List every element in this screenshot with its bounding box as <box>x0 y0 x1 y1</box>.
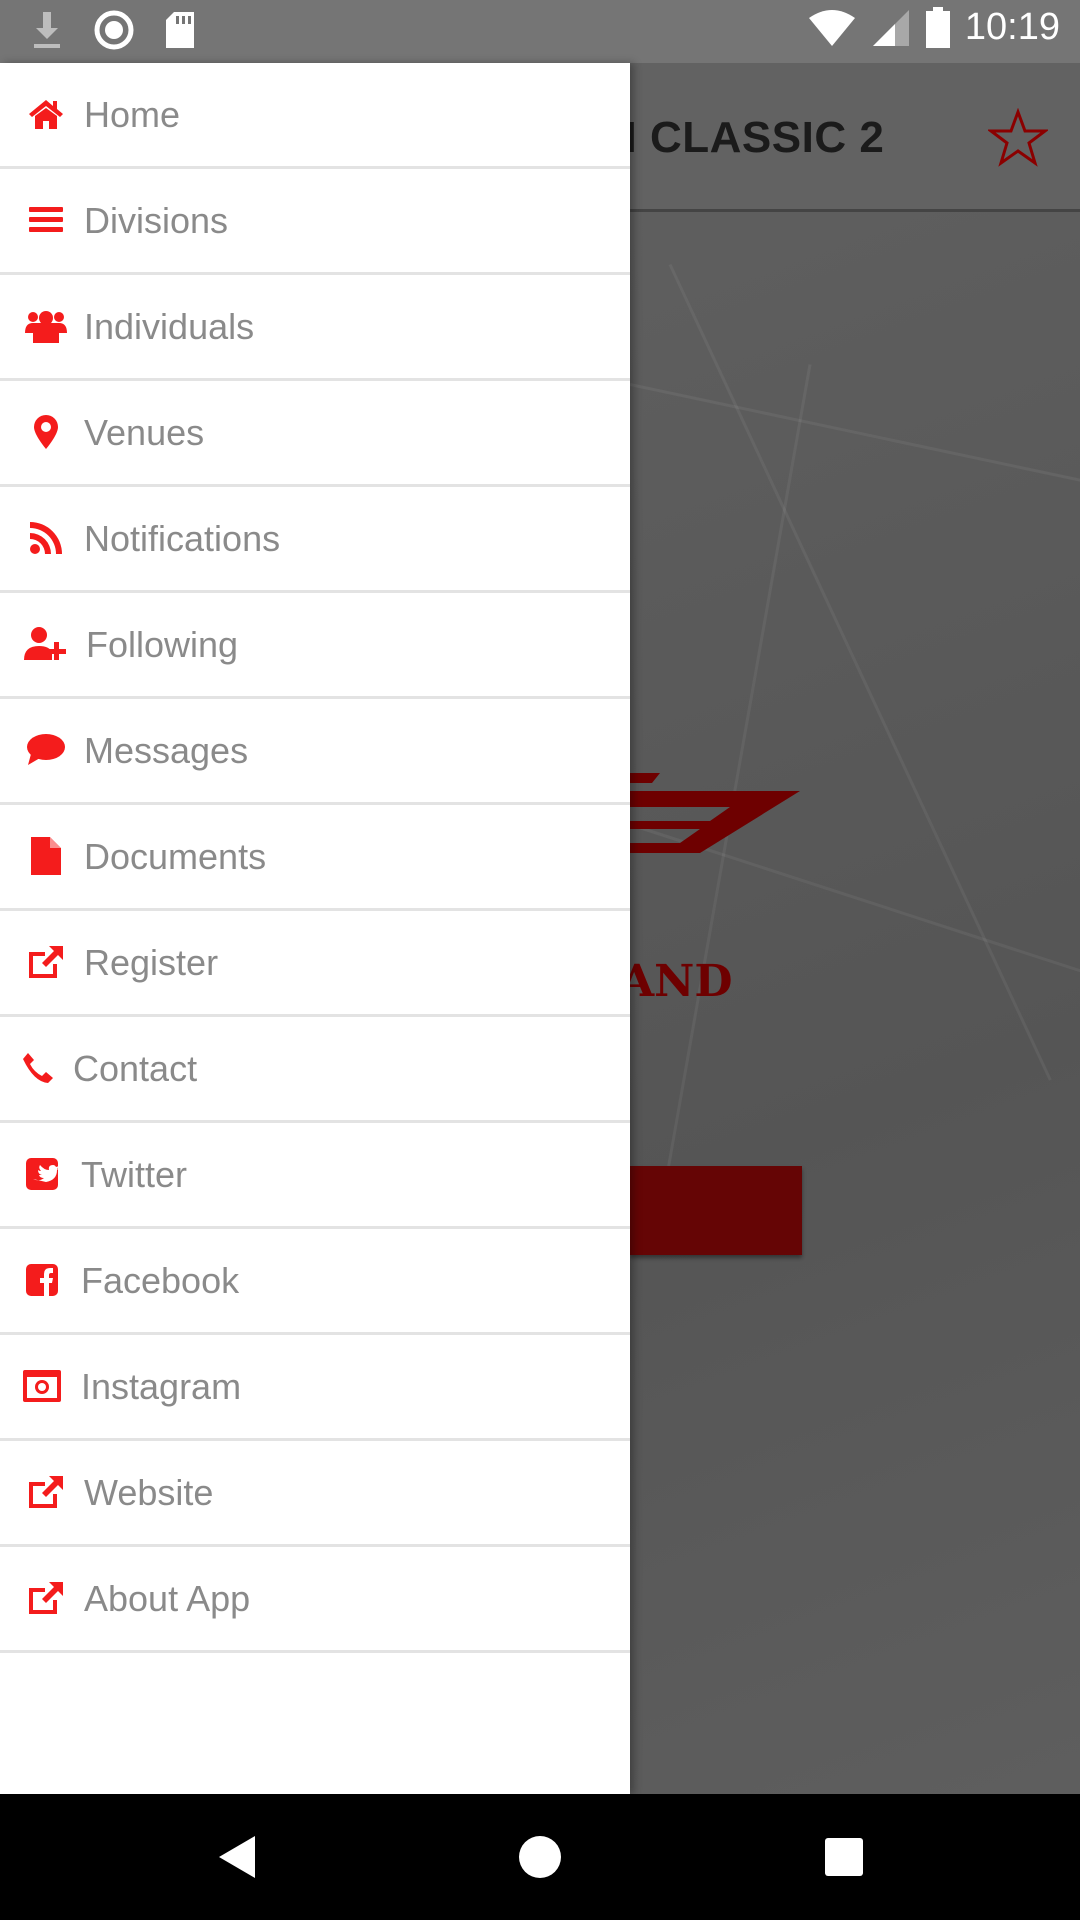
drawer-item-label: Instagram <box>81 1365 242 1407</box>
users-icon <box>24 306 68 346</box>
battery-icon <box>925 6 950 48</box>
sync-circle-icon <box>94 10 134 50</box>
comment-icon <box>24 730 68 770</box>
drawer-item-notifications[interactable]: Notifications <box>0 487 630 593</box>
drawer-item-label: Website <box>84 1471 214 1513</box>
bars-icon <box>24 200 68 240</box>
status-bar: 10:19 <box>0 0 1080 63</box>
app-bar: N CLASSIC 2 <box>630 63 1080 212</box>
drawer-item-label: Following <box>86 623 239 665</box>
user-plus-icon <box>24 624 68 664</box>
drawer-item-twitter[interactable]: Twitter <box>0 1123 630 1229</box>
map-marker-icon <box>24 412 68 452</box>
home-circle-icon[interactable] <box>518 1834 562 1880</box>
drawer-item-individuals[interactable]: Individuals <box>0 275 630 381</box>
drawer-item-following[interactable]: Following <box>0 593 630 699</box>
download-icon <box>34 12 60 48</box>
file-icon <box>24 836 68 876</box>
drawer-item-messages[interactable]: Messages <box>0 699 630 805</box>
drawer-item-venues[interactable]: Venues <box>0 381 630 487</box>
drawer-item-contact[interactable]: Contact <box>0 1017 630 1123</box>
drawer-item-label: Home <box>84 93 181 135</box>
main-screen-background: N CLASSIC 2 AND <box>630 63 1080 1794</box>
back-icon[interactable] <box>215 1834 259 1880</box>
external-link-icon <box>24 1578 68 1618</box>
drawer-item-about-app[interactable]: About App <box>0 1547 630 1653</box>
instagram-icon <box>20 1366 64 1406</box>
drawer-item-label: Facebook <box>81 1259 240 1301</box>
cell-signal-icon <box>872 9 909 46</box>
drawer-item-label: Divisions <box>84 199 229 241</box>
drawer-item-instagram[interactable]: Instagram <box>0 1335 630 1441</box>
clock: 10:19 <box>964 6 1060 48</box>
drawer-item-website[interactable]: Website <box>0 1441 630 1547</box>
drawer-item-label: Notifications <box>84 517 281 559</box>
sd-card-icon <box>166 12 194 48</box>
navigation-drawer: Home Divisions Individuals Venues Notifi… <box>0 63 630 1794</box>
external-link-icon <box>24 942 68 982</box>
twitter-square-icon <box>20 1154 64 1194</box>
recents-square-icon[interactable] <box>823 1834 865 1880</box>
drawer-item-label: Messages <box>84 729 249 771</box>
drawer-item-label: Register <box>84 941 219 983</box>
system-nav-bar <box>0 1794 1080 1920</box>
page-title: N CLASSIC 2 <box>630 113 885 162</box>
home-icon <box>24 94 68 134</box>
drawer-item-label: About App <box>84 1577 251 1619</box>
drawer-item-label: Venues <box>84 411 205 453</box>
drawer-item-label: Individuals <box>84 305 255 347</box>
logo-text: AND <box>630 956 733 1007</box>
drawer-item-label: Documents <box>84 835 267 877</box>
drawer-item-register[interactable]: Register <box>0 911 630 1017</box>
drawer-item-home[interactable]: Home <box>0 63 630 169</box>
phone-icon <box>16 1048 60 1088</box>
event-logo <box>630 773 800 853</box>
drawer-item-facebook[interactable]: Facebook <box>0 1229 630 1335</box>
facebook-square-icon <box>20 1260 64 1300</box>
drawer-item-label: Contact <box>73 1047 198 1089</box>
star-outline-icon[interactable] <box>988 108 1048 168</box>
wifi-icon <box>808 9 855 46</box>
main-action-button[interactable] <box>630 1166 802 1255</box>
rss-icon <box>24 518 68 558</box>
external-link-icon <box>24 1472 68 1512</box>
drawer-item-documents[interactable]: Documents <box>0 805 630 911</box>
drawer-item-label: Twitter <box>81 1153 188 1195</box>
drawer-item-divisions[interactable]: Divisions <box>0 169 630 275</box>
